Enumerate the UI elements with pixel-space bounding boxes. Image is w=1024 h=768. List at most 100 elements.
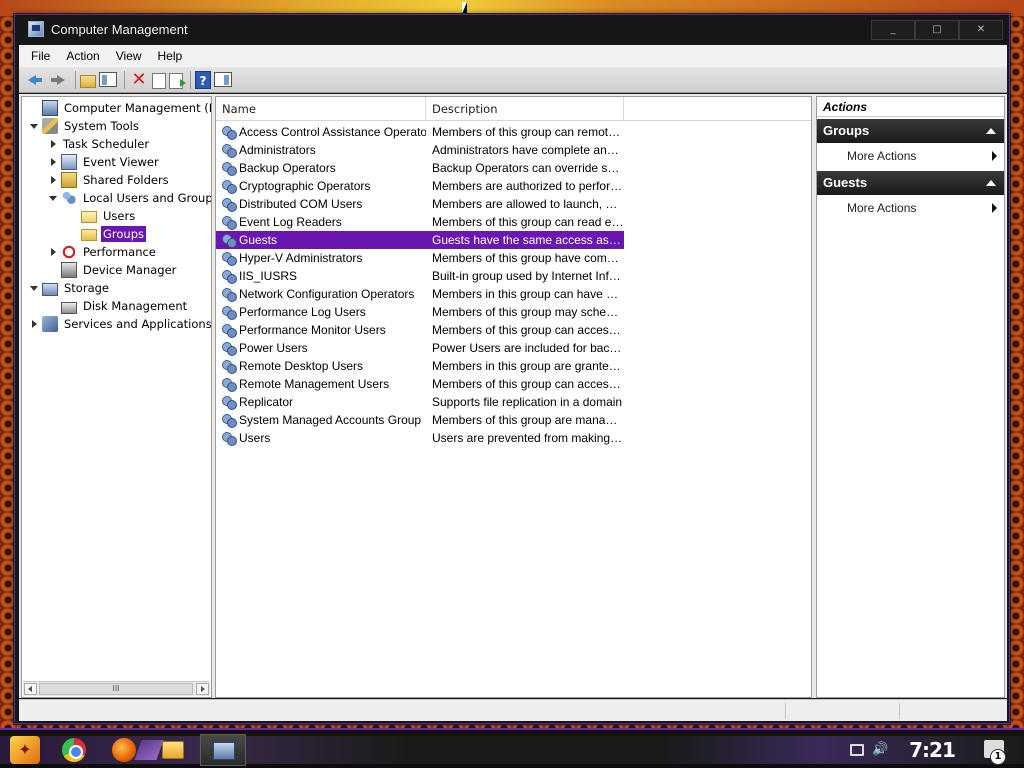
tree-item-task-scheduler[interactable]: Task Scheduler <box>22 135 211 153</box>
scroll-thumb[interactable]: III <box>39 683 193 695</box>
volume-icon[interactable]: 🔊 <box>872 742 888 757</box>
users-grp-icon <box>61 190 77 206</box>
group-description: Members in this group are granted th... <box>432 359 624 373</box>
group-row[interactable]: System Managed Accounts Group Members of … <box>216 411 811 429</box>
group-description: Members of this group can remotely ... <box>432 125 624 139</box>
scroll-right-icon[interactable] <box>196 683 209 695</box>
tree-item-users[interactable]: Users <box>22 207 211 225</box>
group-row[interactable]: Remote Management Users Members of this g… <box>216 375 811 393</box>
group-icon <box>221 232 237 248</box>
chrome-icon[interactable] <box>62 738 86 762</box>
group-row[interactable]: Backup Operators Backup Operators can ove… <box>216 159 811 177</box>
group-name: Access Control Assistance Operators <box>239 125 426 139</box>
group-row[interactable]: IIS_IUSRS Built-in group used by Internet… <box>216 267 811 285</box>
group-icon <box>221 322 237 338</box>
column-header-description[interactable]: Description <box>426 97 624 120</box>
group-row[interactable]: Cryptographic Operators Members are autho… <box>216 177 811 195</box>
tree-item-performance[interactable]: Performance <box>22 243 211 261</box>
menu-file[interactable]: File <box>19 49 58 63</box>
group-row[interactable]: Power Users Power Users are included for … <box>216 339 811 357</box>
menu-action[interactable]: Action <box>58 49 107 63</box>
tree-item-device-manager[interactable]: Device Manager <box>22 261 211 279</box>
group-row[interactable]: Event Log Readers Members of this group c… <box>216 213 811 231</box>
expand-arrow-icon[interactable] <box>47 174 59 186</box>
group-name: Network Configuration Operators <box>239 287 415 301</box>
collapse-arrow-icon[interactable] <box>28 120 40 132</box>
expand-arrow-icon[interactable] <box>47 246 59 258</box>
collapse-icon[interactable] <box>986 180 996 186</box>
tree-item-label: Local Users and Groups <box>83 191 212 205</box>
tree-item-system-tools[interactable]: System Tools <box>22 117 211 135</box>
group-name-cell: Administrators <box>216 142 426 158</box>
tree-item-disk-management[interactable]: Disk Management <box>22 297 211 315</box>
group-description: Members are authorized to perform c... <box>432 179 624 193</box>
forward-arrow-icon[interactable] <box>48 70 68 90</box>
group-row[interactable]: Users Users are prevented from making ac.… <box>216 429 811 447</box>
delete-icon[interactable]: ✕ <box>129 69 149 90</box>
tree-item-groups[interactable]: Groups <box>22 225 211 243</box>
computer-management-taskbar-button[interactable] <box>200 734 246 766</box>
expand-arrow-icon[interactable] <box>28 318 40 330</box>
group-description: Members in this group can have som... <box>432 287 624 301</box>
back-arrow-icon[interactable] <box>25 70 45 90</box>
tree-item-shared-folders[interactable]: Shared Folders <box>22 171 211 189</box>
firefox-icon[interactable] <box>112 738 136 762</box>
group-row[interactable]: Guests Guests have the same access as me.… <box>216 231 624 249</box>
group-description: Backup Operators can override secu... <box>432 161 624 175</box>
group-row[interactable]: Replicator Supports file replication in a… <box>216 393 811 411</box>
title-bar[interactable]: Computer Management _ □ ✕ <box>15 15 1009 43</box>
taskbar-clock[interactable]: 7:21 PM <box>900 734 964 766</box>
tree-item-local-users-and-groups[interactable]: Local Users and Groups <box>22 189 211 207</box>
network-icon[interactable] <box>850 744 864 756</box>
storage-icon <box>42 282 58 296</box>
properties-icon[interactable] <box>152 72 166 89</box>
column-header-name[interactable]: Name <box>216 97 426 120</box>
group-row[interactable]: Network Configuration Operators Members i… <box>216 285 811 303</box>
show-hide-action-pane-icon[interactable] <box>214 72 232 87</box>
actions-title: Actions <box>817 97 1004 117</box>
group-row[interactable]: Performance Monitor Users Members of this… <box>216 321 811 339</box>
export-list-icon[interactable] <box>169 72 186 89</box>
expand-arrow-icon[interactable] <box>47 156 59 168</box>
group-row[interactable]: Hyper-V Administrators Members of this gr… <box>216 249 811 267</box>
scroll-left-icon[interactable] <box>24 683 37 695</box>
tree-item-storage[interactable]: Storage <box>22 279 211 297</box>
tree-item-label: Services and Applications <box>64 317 212 331</box>
group-row[interactable]: Performance Log Users Members of this gro… <box>216 303 811 321</box>
show-hide-tree-icon[interactable] <box>99 72 117 87</box>
group-row[interactable]: Administrators Administrators have comple… <box>216 141 811 159</box>
tree-item-event-viewer[interactable]: Event Viewer <box>22 153 211 171</box>
collapse-arrow-icon[interactable] <box>28 282 40 294</box>
up-folder-icon[interactable] <box>80 74 96 88</box>
more-actions-guests[interactable]: More Actions <box>817 195 1004 221</box>
group-icon <box>221 376 237 392</box>
maximize-button[interactable]: □ <box>915 20 959 40</box>
more-actions-groups[interactable]: More Actions <box>817 143 1004 169</box>
group-name: Hyper-V Administrators <box>239 251 363 265</box>
group-row[interactable]: Remote Desktop Users Members in this grou… <box>216 357 811 375</box>
tree-horizontal-scrollbar[interactable]: III <box>23 681 210 696</box>
expand-arrow-icon[interactable] <box>47 138 59 150</box>
tree-item-label: Users <box>103 209 136 223</box>
group-row[interactable]: Distributed COM Users Members are allowed… <box>216 195 811 213</box>
group-icon <box>221 412 237 428</box>
group-icon <box>221 214 237 230</box>
group-description: Supports file replication in a domain <box>432 395 623 409</box>
menu-help[interactable]: Help <box>150 49 191 63</box>
group-row[interactable]: Access Control Assistance Operators Membe… <box>216 123 811 141</box>
collapse-icon[interactable] <box>986 128 996 134</box>
actions-section-guests[interactable]: Guests <box>817 171 1004 195</box>
tree-item-computer-management-local[interactable]: Computer Management (Local) <box>22 99 211 117</box>
group-icon <box>221 196 237 212</box>
start-icon[interactable]: ✦ <box>10 736 40 764</box>
group-description: Administrators have complete and un... <box>432 143 624 157</box>
collapse-arrow-icon[interactable] <box>47 192 59 204</box>
minimize-button[interactable]: _ <box>871 20 915 40</box>
file-explorer-icon[interactable] <box>162 741 184 759</box>
console-tree: Computer Management (Local) System Tools T… <box>22 97 211 333</box>
help-icon[interactable]: ? <box>195 70 211 89</box>
actions-section-groups[interactable]: Groups <box>817 119 1004 143</box>
menu-view[interactable]: View <box>108 49 150 63</box>
close-button[interactable]: ✕ <box>959 20 1003 40</box>
tree-item-services-and-applications[interactable]: Services and Applications <box>22 315 211 333</box>
